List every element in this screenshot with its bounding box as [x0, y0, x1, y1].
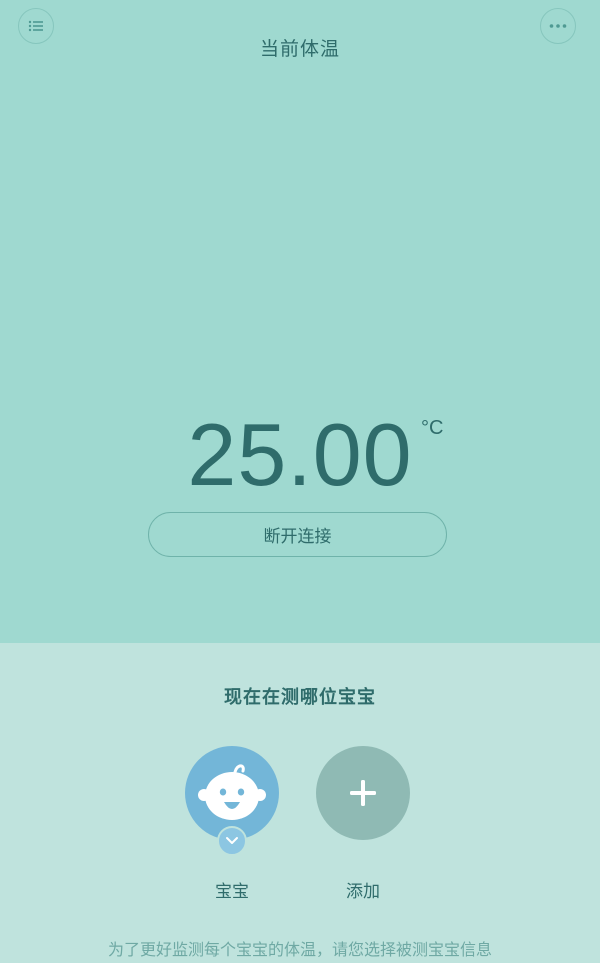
check-icon: [226, 837, 238, 844]
temperature-unit: °C: [421, 417, 444, 439]
page-title: 当前体温: [259, 38, 340, 60]
plus-icon: [350, 780, 376, 806]
disconnect-button[interactable]: 断开连接: [148, 512, 447, 557]
current-temperature-panel: 当前体温 25.00 °C 断开连接: [0, 0, 600, 643]
thermometer-screen: 当前体温 25.00 °C 断开连接 现在在测哪位宝宝 宝宝 添加 为了更好监测…: [0, 0, 600, 963]
more-button[interactable]: [540, 8, 576, 44]
add-baby-button[interactable]: [316, 746, 410, 840]
list-menu-icon: [28, 20, 43, 32]
selection-hint: 为了更好监测每个宝宝的体温，请您选择被测宝宝信息: [107, 940, 492, 959]
temperature-display: 25.00 °C: [0, 405, 600, 515]
baby-name-label: 宝宝: [215, 882, 249, 902]
temperature-value: 25.00: [187, 405, 413, 504]
more-dots-icon: [549, 24, 567, 28]
baby-select-prompt: 现在在测哪位宝宝: [224, 687, 376, 708]
add-baby-label: 添加: [346, 882, 380, 902]
selected-check-badge: [217, 826, 247, 856]
